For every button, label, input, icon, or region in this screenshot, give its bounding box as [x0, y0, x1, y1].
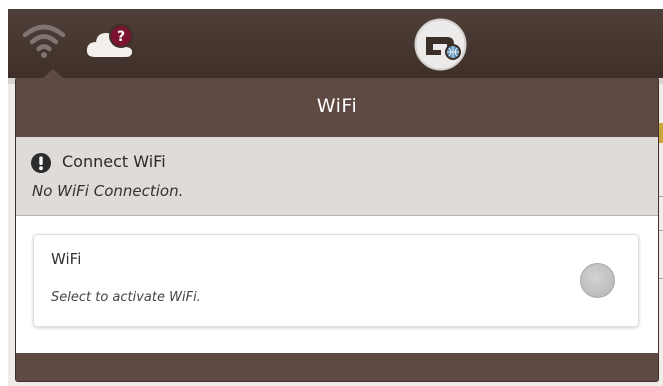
cloud-help-icon[interactable]: ?: [85, 23, 137, 63]
cloud-badge-text: ?: [117, 29, 125, 45]
wifi-icon[interactable]: [22, 21, 66, 61]
wifi-card-title: WiFi: [51, 250, 82, 268]
wifi-card-subtitle: Select to activate WiFi.: [51, 290, 201, 305]
panel-pointer: [43, 69, 63, 78]
machine-connection-icon[interactable]: [413, 17, 468, 72]
exclamation-icon: [30, 152, 52, 174]
connection-status: Connect WiFi No WiFi Connection.: [16, 137, 658, 216]
panel-footer: [16, 353, 658, 381]
top-bar: ?: [8, 9, 663, 78]
panel-body: WiFi Select to activate WiFi.: [16, 216, 658, 353]
wifi-popup-panel: WiFi Connect WiFi No WiFi Connection. Wi…: [16, 69, 658, 381]
status-message: No WiFi Connection.: [32, 182, 184, 200]
status-title: Connect WiFi: [62, 152, 166, 171]
wifi-toggle-card[interactable]: WiFi Select to activate WiFi.: [33, 234, 639, 327]
wifi-toggle[interactable]: [580, 263, 615, 298]
panel-title: WiFi: [316, 95, 358, 117]
app-window: ? WiFi Connect WiFi No WiFi Connection. …: [8, 9, 663, 386]
